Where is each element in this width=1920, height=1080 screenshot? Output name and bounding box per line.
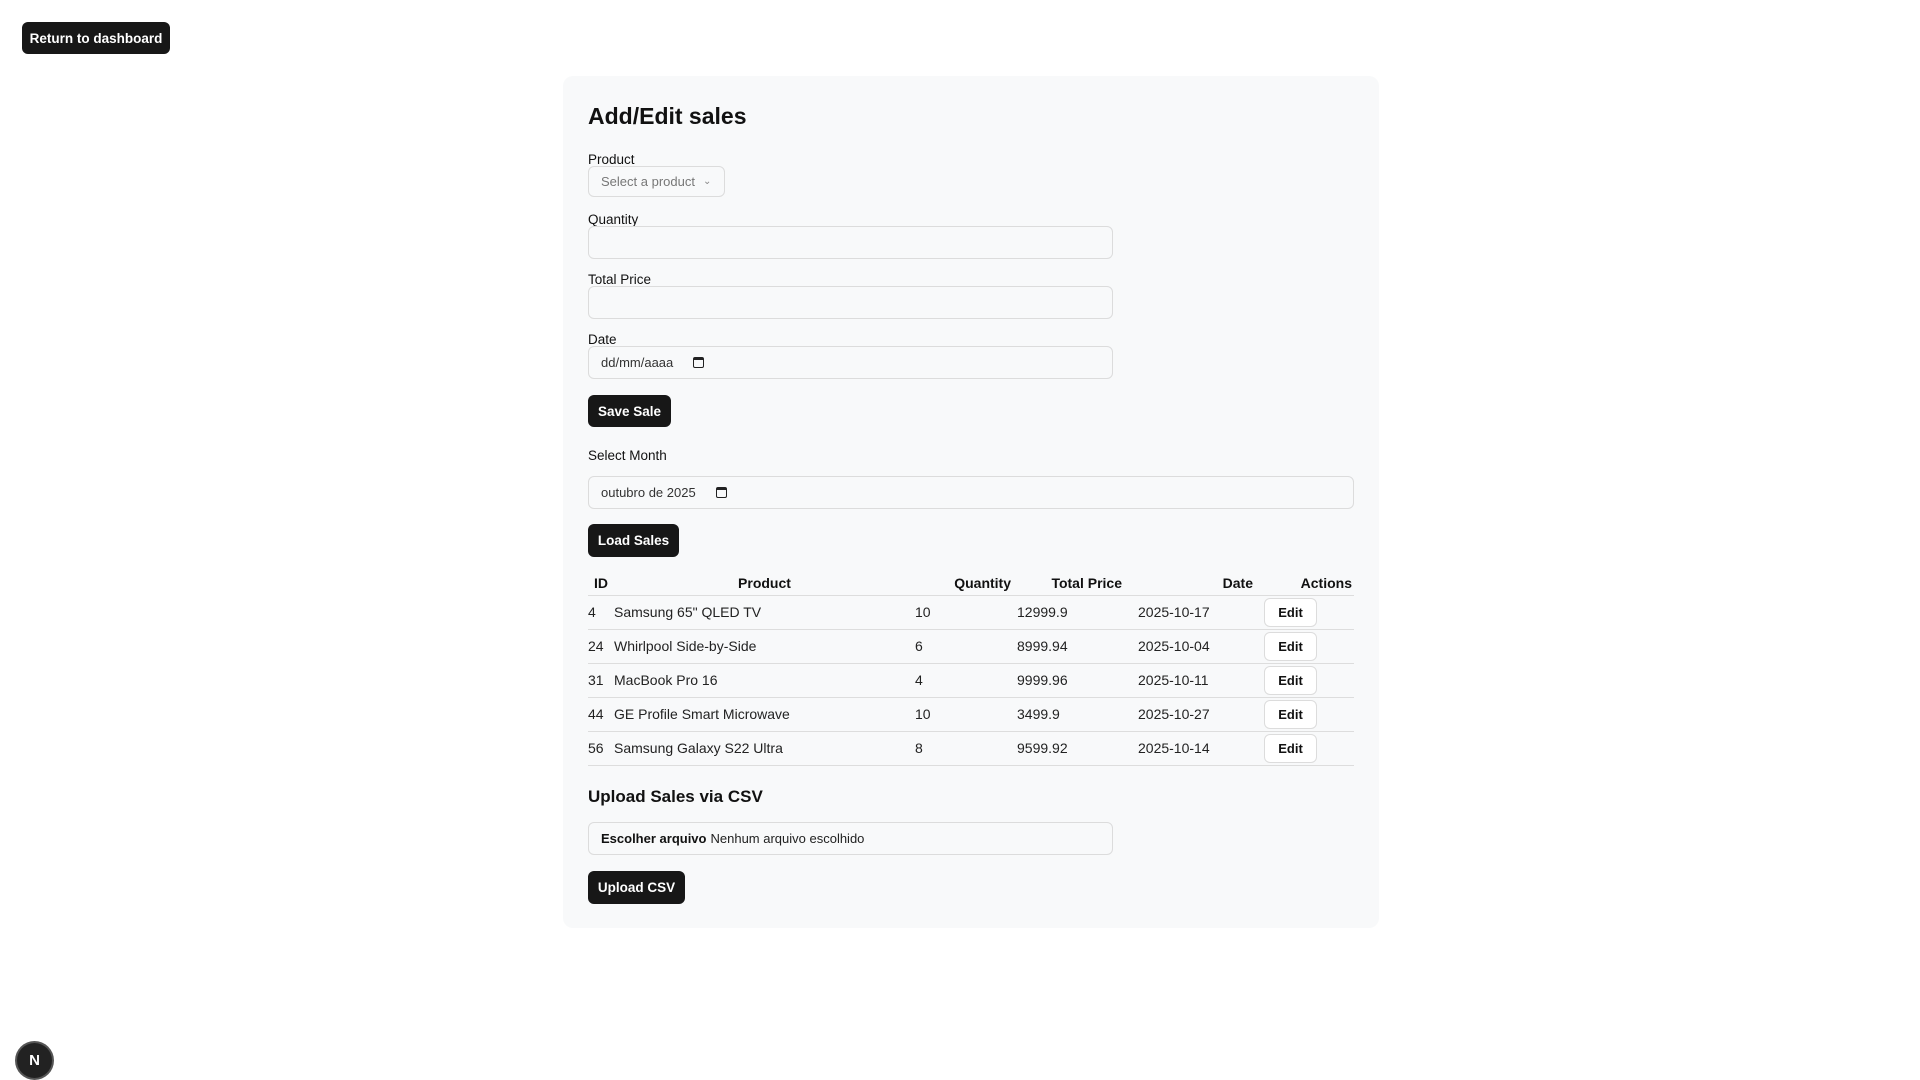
cell-id: 56: [588, 731, 614, 766]
date-input[interactable]: dd/mm/aaaa: [588, 346, 1113, 379]
sales-table: ID Product Quantity Total Price Date Act…: [588, 571, 1354, 766]
cell-product: Samsung Galaxy S22 Ultra: [614, 731, 915, 766]
cell-date: 2025-10-17: [1138, 595, 1264, 630]
table-row: 24 Whirlpool Side-by-Side 6 8999.94 2025…: [588, 629, 1354, 664]
edit-button[interactable]: Edit: [1264, 597, 1317, 627]
save-sale-button[interactable]: Save Sale: [588, 395, 671, 427]
table-row: 56 Samsung Galaxy S22 Ultra 8 9599.92 20…: [588, 731, 1354, 766]
edit-button[interactable]: Edit: [1264, 699, 1317, 729]
choose-file-button[interactable]: Escolher arquivo: [601, 831, 706, 846]
cell-actions: Edit: [1264, 629, 1354, 664]
cell-product: GE Profile Smart Microwave: [614, 697, 915, 732]
cell-actions: Edit: [1264, 731, 1354, 766]
cell-id: 44: [588, 697, 614, 732]
cell-date: 2025-10-04: [1138, 629, 1264, 664]
column-header-product: Product: [614, 571, 915, 596]
table-row: 44 GE Profile Smart Microwave 10 3499.9 …: [588, 697, 1354, 732]
product-select-placeholder: Select a product: [601, 174, 695, 189]
select-month-label: Select Month: [588, 448, 667, 463]
no-file-text: Nenhum arquivo escolhido: [710, 831, 865, 846]
cell-id: 31: [588, 663, 614, 698]
total-price-label: Total Price: [588, 272, 652, 287]
edit-button[interactable]: Edit: [1264, 631, 1317, 661]
cell-quantity: 6: [915, 629, 1017, 664]
cell-id: 4: [588, 595, 614, 630]
table-row: 4 Samsung 65" QLED TV 10 12999.9 2025-10…: [588, 595, 1354, 630]
edit-button[interactable]: Edit: [1264, 733, 1317, 763]
column-header-quantity: Quantity: [915, 571, 1017, 596]
total-price-input[interactable]: [588, 286, 1113, 319]
table-row: 31 MacBook Pro 16 4 9999.96 2025-10-11 E…: [588, 663, 1354, 698]
framework-badge[interactable]: N: [17, 1043, 52, 1078]
table-header-row: ID Product Quantity Total Price Date Act…: [588, 571, 1354, 596]
date-placeholder: dd/mm/aaaa: [601, 355, 674, 370]
column-header-date: Date: [1138, 571, 1264, 596]
month-input[interactable]: outubro de 2025: [588, 476, 1354, 509]
chevron-down-icon: ⌄: [702, 176, 712, 187]
edit-button[interactable]: Edit: [1264, 665, 1317, 695]
cell-actions: Edit: [1264, 663, 1354, 698]
cell-date: 2025-10-11: [1138, 663, 1264, 698]
cell-product: Whirlpool Side-by-Side: [614, 629, 915, 664]
cell-total-price: 3499.9: [1017, 697, 1138, 732]
cell-actions: Edit: [1264, 697, 1354, 732]
month-value: outubro de 2025: [601, 485, 696, 500]
cell-quantity: 4: [915, 663, 1017, 698]
cell-total-price: 12999.9: [1017, 595, 1138, 630]
upload-csv-button[interactable]: Upload CSV: [588, 871, 685, 904]
cell-total-price: 9999.96: [1017, 663, 1138, 698]
calendar-icon[interactable]: [715, 487, 727, 498]
column-header-id: ID: [588, 571, 614, 596]
upload-section-title: Upload Sales via CSV: [588, 787, 763, 806]
cell-total-price: 9599.92: [1017, 731, 1138, 766]
cell-total-price: 8999.94: [1017, 629, 1138, 664]
cell-date: 2025-10-27: [1138, 697, 1264, 732]
calendar-icon[interactable]: [693, 357, 705, 368]
date-label: Date: [588, 332, 617, 347]
quantity-input[interactable]: [588, 226, 1113, 259]
return-to-dashboard-button[interactable]: Return to dashboard: [22, 22, 170, 54]
column-header-actions: Actions: [1264, 571, 1354, 596]
page-title: Add/Edit sales: [588, 103, 747, 129]
cell-actions: Edit: [1264, 595, 1354, 630]
cell-product: MacBook Pro 16: [614, 663, 915, 698]
sales-card: Add/Edit sales Product Select a product …: [563, 76, 1379, 928]
cell-id: 24: [588, 629, 614, 664]
cell-date: 2025-10-14: [1138, 731, 1264, 766]
column-header-total-price: Total Price: [1017, 571, 1138, 596]
load-sales-button[interactable]: Load Sales: [588, 524, 679, 557]
csv-file-input[interactable]: Escolher arquivo Nenhum arquivo escolhid…: [588, 822, 1113, 855]
product-select[interactable]: Select a product ⌄: [588, 166, 725, 197]
quantity-label: Quantity: [588, 212, 639, 227]
product-label: Product: [588, 152, 635, 167]
cell-product: Samsung 65" QLED TV: [614, 595, 915, 630]
cell-quantity: 10: [915, 697, 1017, 732]
cell-quantity: 10: [915, 595, 1017, 630]
cell-quantity: 8: [915, 731, 1017, 766]
